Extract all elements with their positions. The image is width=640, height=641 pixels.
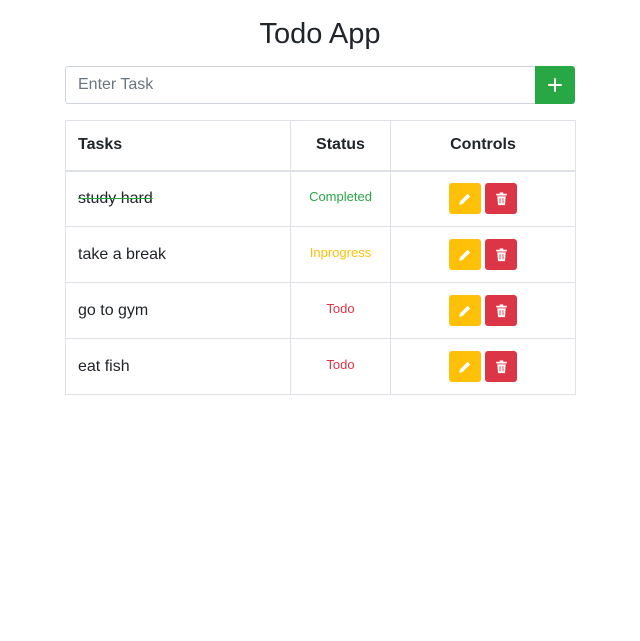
task-label: eat fish	[78, 357, 130, 375]
pencil-icon	[458, 360, 472, 374]
edit-button[interactable]	[449, 239, 481, 270]
trash-icon	[495, 247, 508, 262]
table-header-row: Tasks Status Controls	[65, 120, 576, 172]
add-task-form	[65, 66, 575, 104]
status-badge: Inprogress	[309, 244, 372, 260]
table-row: take a break Inprogress	[65, 226, 576, 283]
pencil-icon	[458, 192, 472, 206]
trash-icon	[495, 303, 508, 318]
table-row: eat fish Todo	[65, 338, 576, 395]
pencil-icon	[458, 304, 472, 318]
status-badge: Completed	[309, 188, 372, 204]
pencil-icon	[458, 248, 472, 262]
trash-icon	[495, 359, 508, 374]
delete-button[interactable]	[485, 183, 517, 215]
edit-button[interactable]	[449, 351, 481, 382]
task-input[interactable]	[65, 66, 535, 104]
delete-button[interactable]	[485, 239, 517, 270]
status-badge: Todo	[326, 300, 355, 316]
task-label: go to gym	[78, 301, 149, 319]
trash-icon	[495, 192, 508, 206]
row-controls	[392, 183, 574, 215]
column-header-controls: Controls	[390, 120, 576, 172]
task-label: take a break	[78, 245, 167, 263]
row-controls	[392, 239, 574, 270]
row-controls	[392, 295, 574, 326]
page-title: Todo App	[259, 18, 381, 50]
table-row: study hard Completed	[65, 170, 576, 227]
table-row: go to gym Todo	[65, 282, 576, 339]
todo-app: Todo App Tasks Status Controls study har…	[0, 0, 640, 641]
column-header-tasks: Tasks	[65, 120, 291, 172]
edit-button[interactable]	[449, 183, 481, 215]
add-task-button[interactable]	[535, 66, 575, 104]
task-label: study hard	[78, 189, 153, 207]
row-controls	[392, 351, 574, 382]
delete-button[interactable]	[485, 351, 517, 382]
tasks-table: Tasks Status Controls study hard Complet…	[65, 120, 576, 395]
plus-icon	[547, 77, 563, 93]
edit-button[interactable]	[449, 295, 481, 326]
delete-button[interactable]	[485, 295, 517, 326]
column-header-status: Status	[290, 120, 391, 172]
status-badge: Todo	[326, 356, 355, 372]
